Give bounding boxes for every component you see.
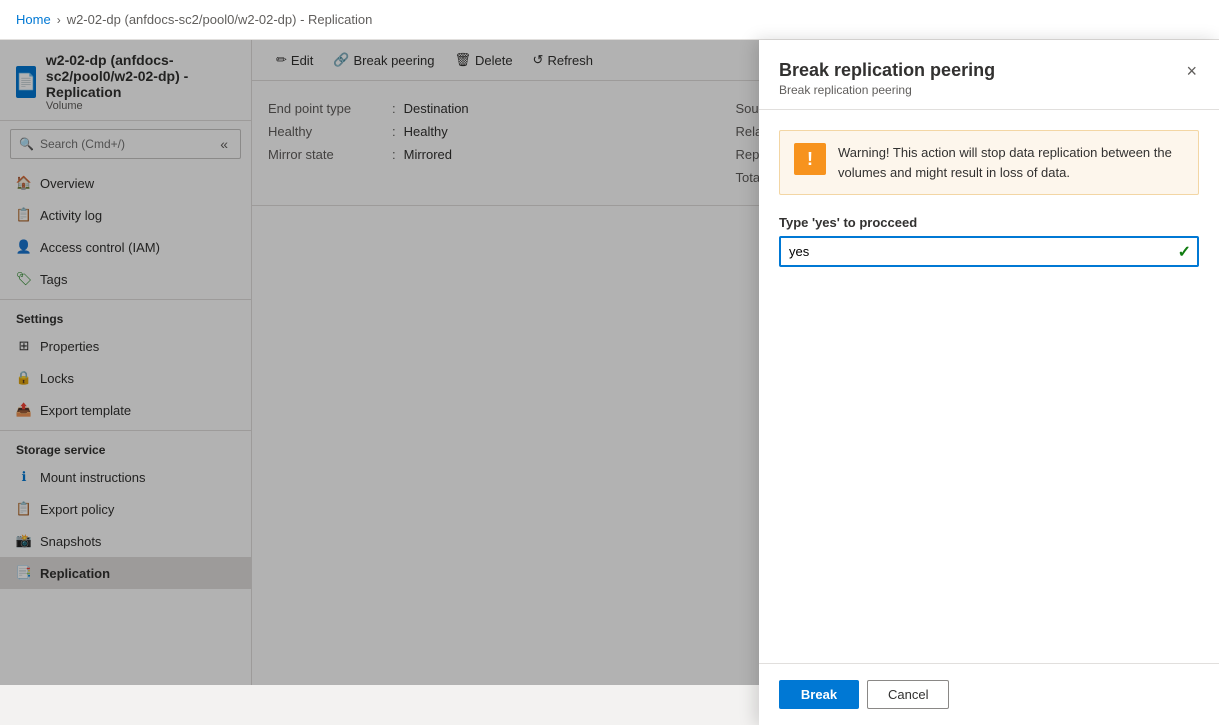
panel-header-text: Break replication peering Break replicat… [779,60,995,97]
form-section: Type 'yes' to procceed ✓ [779,215,1199,267]
cancel-button[interactable]: Cancel [867,680,949,709]
panel-footer: Break Cancel [759,663,1219,725]
break-replication-panel: Break replication peering Break replicat… [759,40,1219,725]
panel-close-button[interactable]: × [1184,60,1199,82]
breadcrumb-current: w2-02-dp (anfdocs-sc2/pool0/w2-02-dp) - … [67,12,373,27]
breadcrumb-home[interactable]: Home [16,12,51,27]
warning-text: Warning! This action will stop data repl… [838,143,1184,182]
modal-overlay: Break replication peering Break replicat… [0,40,1219,685]
break-button[interactable]: Break [779,680,859,709]
panel-subtitle: Break replication peering [779,83,995,97]
top-bar: Home › w2-02-dp (anfdocs-sc2/pool0/w2-02… [0,0,1219,40]
panel-header: Break replication peering Break replicat… [759,40,1219,110]
check-icon: ✓ [1178,242,1191,262]
form-label: Type 'yes' to procceed [779,215,1199,230]
yes-input[interactable] [779,236,1199,267]
panel-title: Break replication peering [779,60,995,81]
panel-body: ! Warning! This action will stop data re… [759,110,1219,663]
warning-box: ! Warning! This action will stop data re… [779,130,1199,195]
breadcrumb: Home › w2-02-dp (anfdocs-sc2/pool0/w2-02… [16,12,372,27]
input-wrapper: ✓ [779,236,1199,267]
main-wrapper: 📄 w2-02-dp (anfdocs-sc2/pool0/w2-02-dp) … [0,40,1219,685]
warning-icon: ! [794,143,826,175]
breadcrumb-sep-1: › [57,13,61,27]
